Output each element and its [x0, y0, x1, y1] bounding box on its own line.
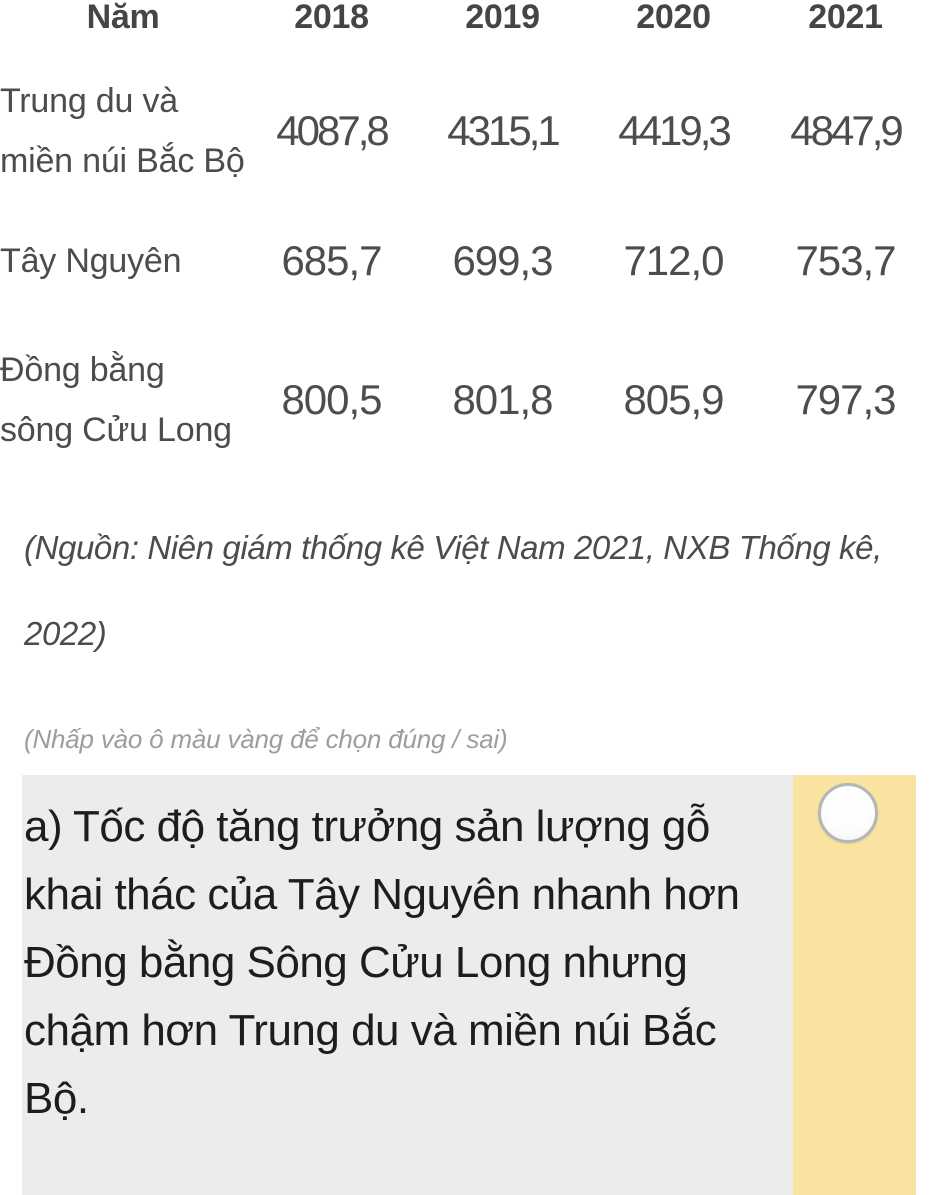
- table-header-2020: 2020: [636, 0, 711, 36]
- table-header-2019: 2019: [465, 0, 540, 36]
- table-row: Tây Nguyên 685,7 699,3 712,0 753,7: [0, 222, 932, 300]
- cell-trung-du-2021: 4847,9: [790, 107, 903, 154]
- statement-row: a) Tốc độ tăng trưởng sản lượng gỗ khai …: [22, 775, 916, 1195]
- answer-cell-a[interactable]: [793, 775, 916, 1195]
- row-label-tay-nguyen: Tây Nguyên: [0, 242, 182, 280]
- cell-tay-nguyen-2021: 753,7: [795, 237, 896, 284]
- answer-hint-text: (Nhấp vào ô màu vàng để chọn đúng / sai): [24, 724, 508, 754]
- table-header-year-label: Năm: [86, 0, 160, 36]
- table-header-row: Năm 2018 2019 2020 2021: [0, 0, 932, 40]
- cell-trung-du-2019: 4315,1: [447, 107, 560, 154]
- cell-dbscl-2020: 805,9: [623, 376, 724, 423]
- statement-a-text: a) Tốc độ tăng trưởng sản lượng gỗ khai …: [24, 802, 740, 1123]
- statement-a-text-panel: a) Tốc độ tăng trưởng sản lượng gỗ khai …: [22, 775, 793, 1195]
- source-note: (Nguồn: Niên giám thống kê Việt Nam 2021…: [24, 529, 882, 652]
- cell-trung-du-2018: 4087,8: [276, 107, 389, 154]
- table-row: Trung du và miền núi Bắc Bộ 4087,8 4315,…: [0, 40, 932, 222]
- cell-tay-nguyen-2018: 685,7: [281, 237, 382, 284]
- table-header-2018: 2018: [294, 0, 369, 36]
- cell-dbscl-2021: 797,3: [795, 376, 896, 423]
- table-header-2021: 2021: [808, 0, 883, 36]
- cell-tay-nguyen-2019: 699,3: [452, 237, 553, 284]
- row-label-dong-bang-song-cuu-long: Đồng bằng sông Cửu Long: [0, 351, 232, 449]
- cell-trung-du-2020: 4419,3: [618, 107, 731, 154]
- cell-tay-nguyen-2020: 712,0: [623, 237, 724, 284]
- cell-dbscl-2018: 800,5: [281, 376, 382, 423]
- table-row: Đồng bằng sông Cửu Long 800,5 801,8 805,…: [0, 300, 932, 500]
- wood-output-table: Năm 2018 2019 2020 2021 Trung du và miền…: [0, 0, 932, 500]
- row-label-trung-du-mien-nui-bac-bo: Trung du và miền núi Bắc Bộ: [0, 82, 245, 180]
- radio-button-a[interactable]: [818, 783, 878, 843]
- cell-dbscl-2019: 801,8: [452, 376, 553, 423]
